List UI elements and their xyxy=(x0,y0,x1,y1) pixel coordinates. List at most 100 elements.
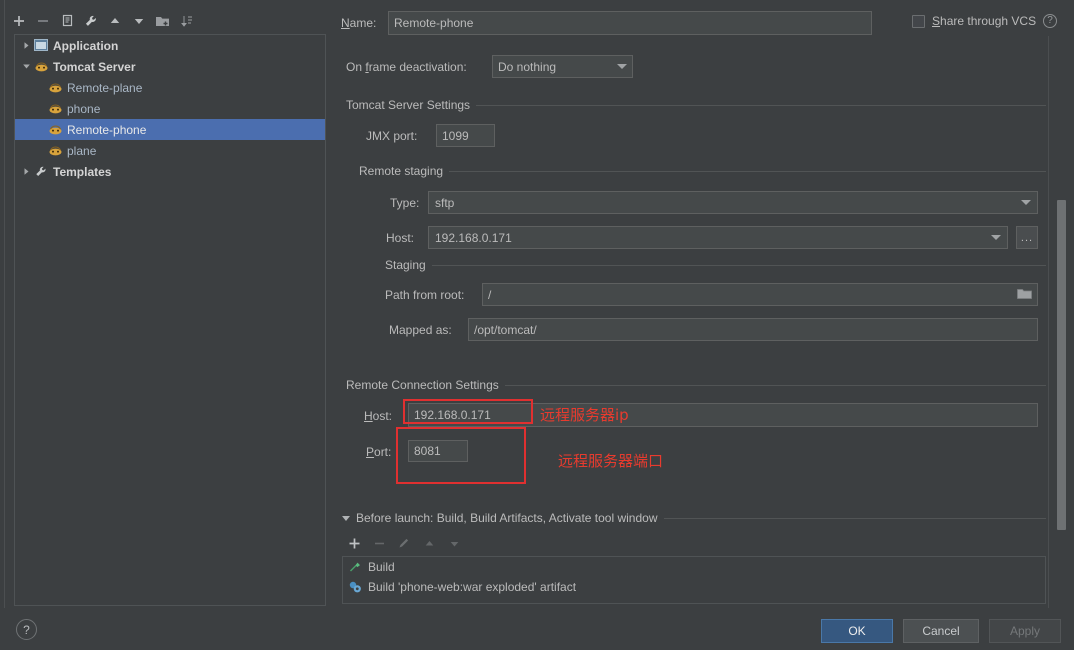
annotation-text-port: 远程服务器端口 xyxy=(558,452,664,470)
copy-icon[interactable] xyxy=(56,10,78,32)
cancel-button[interactable]: Cancel xyxy=(903,619,979,643)
chevron-down-icon xyxy=(1021,200,1031,205)
before-launch-task-row[interactable]: Build 'phone-web:war exploded' artifact xyxy=(343,577,1045,597)
tomcat-icon xyxy=(47,122,63,138)
tomcat-server-settings-group: Tomcat Server Settings xyxy=(346,98,1046,112)
ok-button[interactable]: OK xyxy=(821,619,893,643)
configuration-dialog: Application Tomcat Server Remote-plane p… xyxy=(0,0,1074,650)
tree-item-phone[interactable]: phone xyxy=(15,98,325,119)
mapped-as-input[interactable] xyxy=(468,318,1038,341)
folder-icon[interactable] xyxy=(1016,287,1032,301)
remote-port-input[interactable] xyxy=(408,440,468,462)
before-launch-task-list[interactable]: Build Build 'phone-web:war exploded' art… xyxy=(342,556,1046,604)
tree-item-label: Remote-phone xyxy=(67,122,147,137)
staging-host-browse-button[interactable]: ... xyxy=(1016,226,1038,249)
configurations-toolbar xyxy=(8,8,328,34)
annotation-text-host: 远程服务器ip xyxy=(540,406,629,424)
remote-host-label: Host: xyxy=(364,409,393,423)
group-rule xyxy=(449,170,1046,172)
tree-item-label: Application xyxy=(53,38,119,53)
path-from-root-input[interactable] xyxy=(482,283,1038,306)
editor-right-divider xyxy=(1048,36,1049,608)
type-label: Type: xyxy=(390,196,420,210)
edit-task-icon xyxy=(394,533,414,553)
dialog-footer: ? OK Cancel Apply xyxy=(0,608,1074,650)
apply-button[interactable]: Apply xyxy=(989,619,1061,643)
jmx-port-input[interactable] xyxy=(436,124,495,147)
group-title: Remote Connection Settings xyxy=(346,378,499,392)
tree-item-plane[interactable]: plane xyxy=(15,140,325,161)
staging-type-select[interactable]: sftp xyxy=(428,191,1038,214)
move-down-icon[interactable] xyxy=(128,10,150,32)
expander-expanded-icon[interactable] xyxy=(19,56,33,77)
share-vcs-group[interactable]: Share through VCS ? xyxy=(912,14,1058,28)
remote-host-input[interactable] xyxy=(408,403,1038,427)
task-label: Build 'phone-web:war exploded' artifact xyxy=(368,580,577,594)
tomcat-icon xyxy=(47,143,63,159)
sort-icon[interactable] xyxy=(176,10,198,32)
name-label: Name: xyxy=(341,16,377,30)
tree-item-remote-phone[interactable]: Remote-phone xyxy=(15,119,325,140)
tree-item-label: plane xyxy=(67,143,97,158)
on-frame-deactivation-value: Do nothing xyxy=(498,59,557,74)
move-task-up-icon xyxy=(419,533,439,553)
remove-icon[interactable] xyxy=(32,10,54,32)
group-rule xyxy=(504,384,1046,386)
expander-collapsed-icon[interactable] xyxy=(19,35,33,56)
group-rule xyxy=(431,264,1046,266)
mapped-as-label: Mapped as: xyxy=(389,323,452,337)
staging-group: Staging xyxy=(385,258,1046,272)
build-hammer-icon xyxy=(347,559,363,575)
tomcat-icon xyxy=(47,80,63,96)
help-button[interactable]: ? xyxy=(16,619,37,640)
before-launch-task-row[interactable]: Build xyxy=(343,557,1045,577)
share-vcs-checkbox[interactable] xyxy=(912,14,925,28)
chevron-down-icon xyxy=(617,64,627,69)
before-launch-header[interactable]: Before launch: Build, Build Artifacts, A… xyxy=(342,511,1046,525)
tree-item-label: Remote-plane xyxy=(67,80,143,95)
tree-item-remote-plane[interactable]: Remote-plane xyxy=(15,77,325,98)
expander-expanded-icon[interactable] xyxy=(342,515,350,521)
add-task-icon[interactable] xyxy=(344,533,364,553)
editor-scrollbar-thumb[interactable] xyxy=(1057,200,1066,530)
move-up-icon[interactable] xyxy=(104,10,126,32)
remote-staging-group: Remote staging xyxy=(359,164,1046,178)
wrench-icon[interactable] xyxy=(80,10,102,32)
tomcat-icon xyxy=(33,59,49,75)
build-artifact-icon xyxy=(347,579,363,595)
name-input[interactable] xyxy=(388,11,872,35)
configuration-editor: Name: Share through VCS ? On frame deact… xyxy=(330,0,1074,608)
remove-task-icon xyxy=(369,533,389,553)
run-configurations-panel: Application Tomcat Server Remote-plane p… xyxy=(0,0,330,650)
group-title: Remote staging xyxy=(359,164,444,178)
share-vcs-label: Share through VCS xyxy=(932,14,1037,28)
tree-item-application[interactable]: Application xyxy=(15,35,325,56)
tree-item-templates[interactable]: Templates xyxy=(15,161,325,182)
application-icon xyxy=(33,38,49,54)
help-icon[interactable]: ? xyxy=(1043,14,1058,28)
on-frame-deactivation-label: On frame deactivation: xyxy=(346,60,467,74)
task-label: Build xyxy=(368,560,395,574)
move-task-down-icon xyxy=(444,533,464,553)
remote-port-label: Port: xyxy=(366,445,392,459)
add-icon[interactable] xyxy=(8,10,30,32)
path-from-root-label: Path from root: xyxy=(385,288,465,302)
group-rule xyxy=(476,104,1046,106)
tree-item-tomcat-server[interactable]: Tomcat Server xyxy=(15,56,325,77)
group-title: Tomcat Server Settings xyxy=(346,98,471,112)
expander-collapsed-icon[interactable] xyxy=(19,161,33,182)
tree-item-label: phone xyxy=(67,101,101,116)
on-frame-deactivation-select[interactable]: Do nothing xyxy=(492,55,633,78)
staging-type-value: sftp xyxy=(435,195,455,210)
chevron-down-icon xyxy=(991,235,1001,240)
before-launch-title: Before launch: Build, Build Artifacts, A… xyxy=(356,511,658,525)
templates-wrench-icon xyxy=(33,164,49,180)
move-into-folder-icon[interactable] xyxy=(152,10,174,32)
before-launch-toolbar xyxy=(344,532,464,554)
jmx-port-label: JMX port: xyxy=(366,129,418,143)
group-rule xyxy=(663,517,1046,519)
staging-host-select[interactable]: 192.168.0.171 xyxy=(428,226,1008,249)
configurations-tree[interactable]: Application Tomcat Server Remote-plane p… xyxy=(14,34,326,606)
panel-edge-divider xyxy=(4,0,5,650)
remote-connection-settings-group: Remote Connection Settings xyxy=(346,378,1046,392)
